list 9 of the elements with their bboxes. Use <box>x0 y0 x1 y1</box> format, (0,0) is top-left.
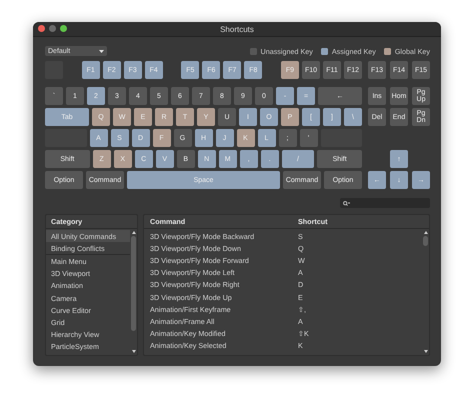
caret-icon <box>99 50 104 52</box>
minimize-icon[interactable] <box>49 25 56 32</box>
scrollbar[interactable] <box>130 229 137 355</box>
close-icon[interactable] <box>38 25 45 32</box>
zoom-icon[interactable] <box>60 25 67 32</box>
scrollbar[interactable] <box>422 229 429 355</box>
search-icon <box>343 200 350 206</box>
window-title: Shortcuts <box>220 24 254 34</box>
search-field[interactable] <box>340 198 430 208</box>
